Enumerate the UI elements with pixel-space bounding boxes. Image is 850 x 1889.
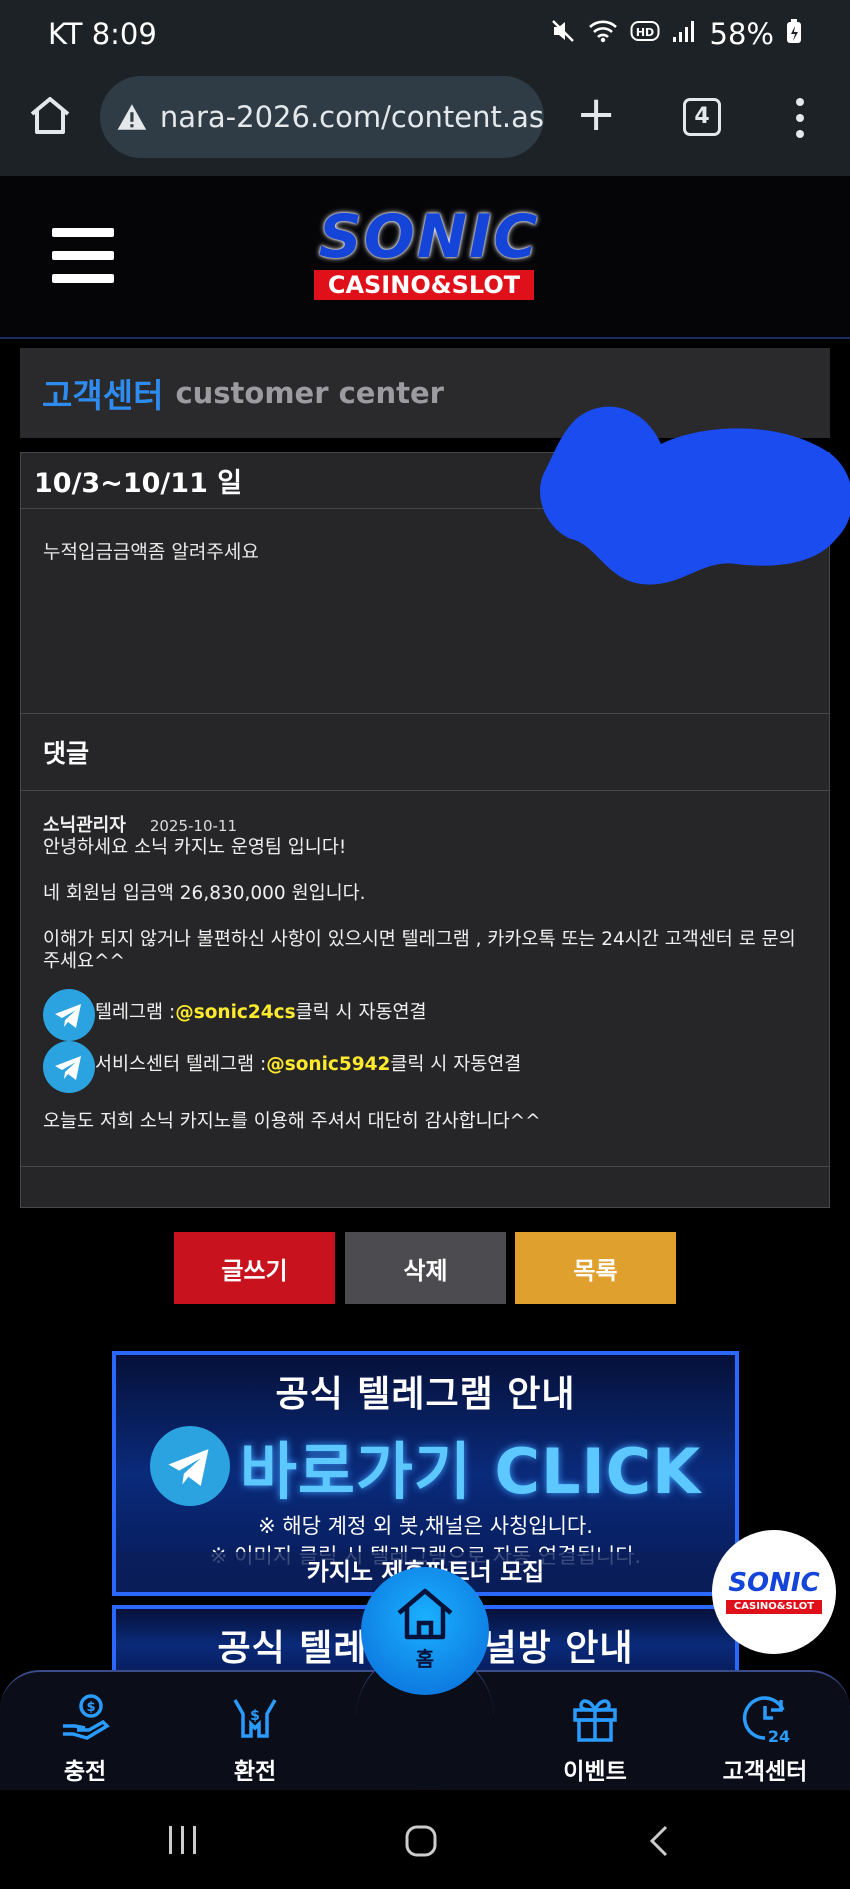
hamburger-menu-icon[interactable] bbox=[52, 228, 114, 284]
svg-text:HD: HD bbox=[635, 26, 653, 39]
banner-click-text: 바로가기 CLICK bbox=[239, 1435, 702, 1508]
comment-date: 2025-10-11 bbox=[149, 817, 237, 835]
new-tab-icon[interactable]: + bbox=[576, 90, 616, 138]
battery-charging-icon bbox=[786, 18, 802, 50]
telegram-label-1: 텔레그램 : bbox=[95, 1002, 176, 1023]
wifi-icon bbox=[588, 19, 618, 49]
deposit-icon: $ bbox=[63, 1694, 110, 1740]
nav-support[interactable]: 24 고객센터 bbox=[705, 1690, 825, 1786]
status-time: KT 8:09 bbox=[48, 17, 157, 51]
comment-closing: 오늘도 저희 소닉 카지노를 이용해 주셔서 대단히 감사합니다^^ bbox=[43, 1111, 541, 1132]
nav-home-label: 홈 bbox=[415, 1647, 435, 1671]
comment-greeting: 안녕하세요 소닉 카지노 운영팀 입니다! bbox=[43, 837, 347, 858]
comment-contact-note: 이해가 되지 않거나 불편하신 사항이 있으시면 텔레그램 , 카카오톡 또는 … bbox=[43, 929, 796, 972]
floating-sonic-badge[interactable]: SONIC CASINO&SLOT bbox=[712, 1530, 836, 1654]
support-24-icon: 24 bbox=[742, 1696, 790, 1746]
telegram-link-support[interactable]: 텔레그램 : @sonic24cs 클릭 시 자동연결 bbox=[43, 987, 807, 1041]
telegram-banner[interactable]: 공식 텔레그램 안내 바로가기 CLICK ※ 해당 계정 외 봇,채널은 사칭… bbox=[112, 1351, 739, 1596]
telegram-icon bbox=[149, 1426, 230, 1506]
url-text: nara-2026.com/content.as bbox=[159, 100, 544, 134]
tab-switcher-button[interactable]: 4 bbox=[683, 98, 721, 136]
telegram-suffix-2: 클릭 시 자동연결 bbox=[390, 1054, 522, 1075]
nav-event-label: 이벤트 bbox=[563, 1759, 627, 1785]
warning-icon bbox=[117, 104, 147, 130]
signal-icon bbox=[672, 19, 698, 49]
logo-sub-text: CASINO&SLOT bbox=[314, 270, 534, 300]
write-button[interactable]: 글쓰기 bbox=[174, 1232, 335, 1304]
banner-click-row: 바로가기 CLICK bbox=[116, 1421, 735, 1511]
comment-author: 소닉관리자 bbox=[43, 815, 126, 836]
post-header: 10/3~10/11 일 11 bbox=[21, 406, 850, 585]
site-header: SONIC CASINO&SLOT bbox=[0, 176, 850, 339]
comments-heading: 댓글 bbox=[21, 714, 829, 791]
banner-title: 공식 텔레그램 안내 bbox=[275, 1374, 576, 1415]
svg-text:$: $ bbox=[86, 1700, 95, 1715]
post-title: 10/3~10/11 일 bbox=[34, 468, 243, 499]
comment-meta: 소닉관리자 2025-10-11 bbox=[43, 815, 807, 837]
svg-text:24: 24 bbox=[768, 1727, 790, 1746]
page-subtitle: customer center bbox=[175, 376, 444, 410]
browser-home-icon[interactable] bbox=[28, 94, 72, 138]
svg-text:$: $ bbox=[250, 1708, 260, 1724]
nav-deposit-label: 충전 bbox=[63, 1759, 107, 1785]
telegram-handle-1[interactable]: @sonic24cs bbox=[175, 1002, 295, 1024]
nav-home-button[interactable]: 홈 bbox=[361, 1567, 489, 1695]
android-nav-bar bbox=[0, 1790, 850, 1889]
more-menu-icon[interactable] bbox=[790, 96, 810, 140]
badge-sub-text: CASINO&SLOT bbox=[726, 1600, 822, 1614]
site-logo[interactable]: SONIC CASINO&SLOT bbox=[294, 206, 564, 302]
telegram-link-service[interactable]: 서비스센터 텔레그램 : @sonic5942 클릭 시 자동연결 bbox=[43, 1039, 807, 1093]
nav-withdraw[interactable]: $ 환전 bbox=[195, 1690, 315, 1786]
post-panel: 10/3~10/11 일 11 누적입금금액좀 알려주세요 댓글 소닉관리자 2… bbox=[20, 406, 850, 1208]
delete-button[interactable]: 삭제 bbox=[345, 1232, 506, 1304]
address-bar[interactable]: nara-2026.com/content.as bbox=[100, 76, 544, 158]
comment-item: 소닉관리자 2025-10-11 안녕하세요 소닉 카지노 운영팀 입니다! 네… bbox=[21, 791, 829, 1167]
gift-icon bbox=[573, 1699, 617, 1742]
logo-main-text: SONIC bbox=[318, 202, 540, 272]
nav-deposit[interactable]: $ 충전 bbox=[25, 1690, 145, 1786]
withdraw-icon: $ bbox=[233, 1699, 277, 1738]
telegram-icon bbox=[43, 989, 95, 1041]
post-body: 누적입금금액좀 알려주세요 bbox=[21, 509, 829, 714]
list-button[interactable]: 목록 bbox=[515, 1232, 676, 1304]
telegram-icon bbox=[43, 1041, 95, 1093]
comment-amount: 네 회원님 입금액 26,830,000 원입니다. bbox=[43, 883, 366, 904]
nav-event[interactable]: 이벤트 bbox=[535, 1690, 655, 1786]
hd-icon: HD bbox=[630, 19, 660, 49]
recent-apps-icon[interactable] bbox=[166, 1824, 200, 1856]
nav-withdraw-label: 환전 bbox=[233, 1759, 277, 1785]
back-icon[interactable] bbox=[648, 1824, 670, 1858]
battery-percent: 58% bbox=[709, 17, 774, 51]
home-icon bbox=[397, 1588, 453, 1640]
mute-icon bbox=[550, 18, 576, 50]
banner-note-1: ※ 해당 계정 외 봇,채널은 사칭입니다. bbox=[258, 1514, 593, 1538]
telegram-label-2: 서비스센터 텔레그램 : bbox=[95, 1054, 267, 1075]
browser-toolbar: nara-2026.com/content.as + 4 bbox=[0, 68, 850, 176]
nav-support-label: 고객센터 bbox=[722, 1759, 808, 1785]
status-bar: KT 8:09 HD 58% bbox=[0, 0, 850, 68]
badge-main-text: SONIC bbox=[728, 1568, 820, 1598]
page-title: 고객센터 bbox=[42, 376, 164, 415]
status-icons: HD 58% bbox=[550, 17, 802, 51]
telegram-handle-2[interactable]: @sonic5942 bbox=[266, 1054, 390, 1076]
home-nav-icon[interactable] bbox=[404, 1824, 438, 1858]
telegram-suffix-1: 클릭 시 자동연결 bbox=[295, 1002, 427, 1023]
